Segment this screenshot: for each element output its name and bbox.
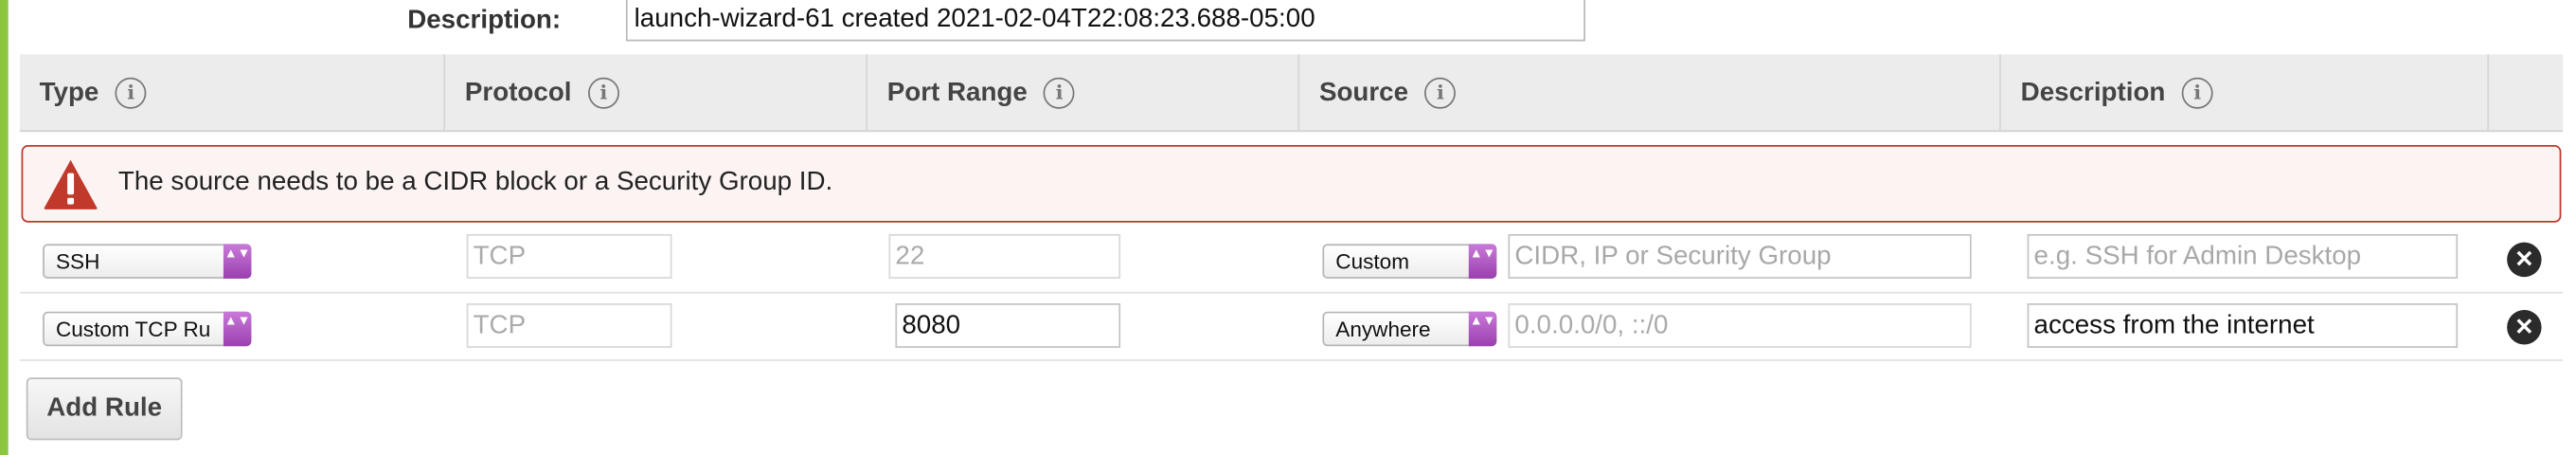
error-message: The source needs to be a CIDR block or a… <box>117 168 833 196</box>
column-header-description: Description i <box>2001 54 2490 133</box>
protocol-field: TCP <box>466 302 672 348</box>
warning-triangle-icon <box>44 159 98 209</box>
source-input[interactable]: CIDR, IP or Security Group <box>1508 233 1972 279</box>
table-row: SSH ▲▼ TCP 22 Custom ▲▼ CIDR, IP or Secu… <box>19 226 2564 294</box>
info-icon[interactable]: i <box>2181 77 2213 109</box>
group-description-input[interactable]: launch-wizard-61 created 2021-02-04T22:0… <box>625 0 1585 42</box>
column-label: Protocol <box>464 78 572 107</box>
source-mode-value: Custom <box>1335 248 1410 274</box>
type-select-value: Custom TCP Ru <box>55 316 211 341</box>
remove-rule-icon[interactable]: ✕ <box>2507 309 2542 345</box>
rule-description-input[interactable]: e.g. SSH for Admin Desktop <box>2027 233 2459 279</box>
type-select[interactable]: Custom TCP Ru ▲▼ <box>43 311 252 347</box>
column-header-source: Source i <box>1299 54 2001 133</box>
type-select[interactable]: SSH ▲▼ <box>43 244 252 279</box>
select-arrows-icon: ▲▼ <box>223 244 252 279</box>
info-icon[interactable]: i <box>587 77 619 109</box>
column-header-type: Type i <box>20 54 446 133</box>
table-row: Custom TCP Ru ▲▼ TCP 8080 Anywhere ▲▼ 0.… <box>19 294 2564 361</box>
source-input[interactable]: 0.0.0.0/0, ::/0 <box>1508 302 1972 348</box>
column-label: Port Range <box>886 78 1028 107</box>
type-select-value: SSH <box>55 248 100 274</box>
source-placeholder: CIDR, IP or Security Group <box>1514 242 1832 271</box>
column-label: Description <box>2020 78 2166 107</box>
error-banner: The source needs to be a CIDR block or a… <box>21 145 2562 223</box>
select-arrows-icon: ▲▼ <box>1468 244 1497 279</box>
port-range-field[interactable]: 8080 <box>895 302 1121 348</box>
column-header-port-range: Port Range i <box>868 54 1300 133</box>
select-arrows-icon: ▲▼ <box>223 311 252 347</box>
column-header-protocol: Protocol i <box>445 54 868 133</box>
info-icon[interactable]: i <box>1044 77 1076 109</box>
column-header-actions <box>2489 54 2563 132</box>
source-mode-select[interactable]: Custom ▲▼ <box>1322 244 1497 279</box>
rule-description-placeholder: e.g. SSH for Admin Desktop <box>2033 242 2362 271</box>
info-icon[interactable]: i <box>115 77 147 109</box>
info-icon[interactable]: i <box>1424 77 1457 109</box>
source-mode-select[interactable]: Anywhere ▲▼ <box>1322 311 1497 347</box>
source-mode-value: Anywhere <box>1335 316 1431 341</box>
rules-table-header: Type i Protocol i Port Range i Source i … <box>19 54 2564 133</box>
rule-description-input[interactable]: access from the internet <box>2027 302 2459 348</box>
remove-rule-icon[interactable]: ✕ <box>2507 242 2542 278</box>
column-label: Type <box>39 78 99 107</box>
add-rule-button[interactable]: Add Rule <box>26 377 183 441</box>
column-label: Source <box>1318 78 1409 107</box>
port-range-field[interactable]: 22 <box>888 233 1121 279</box>
select-arrows-icon: ▲▼ <box>1468 311 1497 347</box>
description-label: Description: <box>407 6 562 35</box>
accent-bar <box>0 0 9 455</box>
protocol-field: TCP <box>466 233 672 279</box>
